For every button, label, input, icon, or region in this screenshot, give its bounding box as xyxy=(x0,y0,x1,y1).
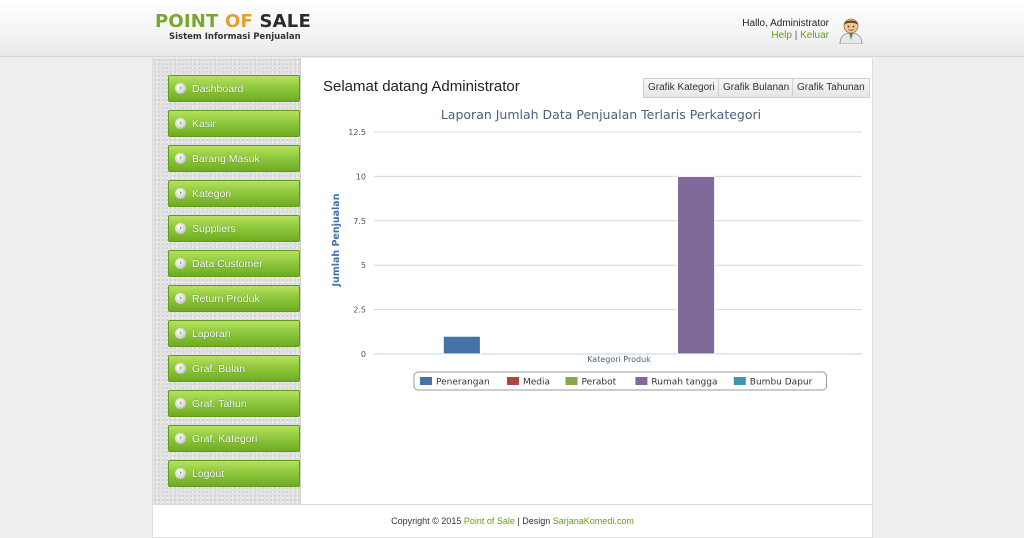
logout-link[interactable]: Keluar xyxy=(800,30,829,41)
footer-app-link[interactable]: Point of Sale xyxy=(464,516,515,526)
legend-swatch xyxy=(635,377,648,385)
sidebar-item-label: Laporan xyxy=(192,327,231,340)
sales-category-chart: Laporan Jumlah Data Penjualan Terlaris P… xyxy=(331,107,862,391)
sidebar-item-label: Kategori xyxy=(192,187,232,200)
legend-swatch xyxy=(420,377,432,385)
sidebar-item-label: Data Customer xyxy=(192,257,263,270)
arrow-bullet-icon: › xyxy=(175,433,186,444)
chart-y-tick-label: 7.5 xyxy=(353,217,366,226)
sidebar-item-label: Barang Masuk xyxy=(192,152,260,165)
logo-word-2: OF xyxy=(225,11,254,32)
grafik-bulanan-button[interactable]: Grafik Bulanan xyxy=(718,78,795,98)
sidebar-item-label: Logout xyxy=(192,467,225,480)
content-container: › Dashboard › Kasir › Barang Masuk › Kat… xyxy=(152,58,873,504)
chart-x-axis-label: Kategori Produk xyxy=(587,355,651,364)
sidebar: › Dashboard › Kasir › Barang Masuk › Kat… xyxy=(153,58,301,504)
chart-y-ticks: 0 2.5 5 7.5 10 12.5 xyxy=(348,128,366,359)
sidebar-item-return-produk[interactable]: › Return Produk xyxy=(168,285,300,312)
footer-designer-link[interactable]: SarjanaKomedi.com xyxy=(553,516,634,526)
sidebar-item-label: Graf. Tahun xyxy=(192,397,247,410)
arrow-bullet-icon: › xyxy=(175,118,186,129)
footer-copyright: Copyright © 2015 xyxy=(391,516,462,526)
page-title: Selamat datang Administrator xyxy=(323,78,520,95)
sidebar-item-label: Suppliers xyxy=(192,222,236,235)
page-footer: Copyright © 2015 Point of Sale | Design … xyxy=(152,504,873,538)
chart-y-tick-label: 5 xyxy=(361,261,366,270)
arrow-bullet-icon: › xyxy=(175,258,186,269)
sidebar-item-label: Return Produk xyxy=(192,292,260,305)
legend-item-label[interactable]: Penerangan xyxy=(436,378,490,388)
user-avatar-icon xyxy=(839,18,863,44)
sidebar-item-label: Graf. Bulan xyxy=(192,362,246,375)
chart-title: Laporan Jumlah Data Penjualan Terlaris P… xyxy=(441,107,761,122)
logo-word-3: SALE xyxy=(259,11,311,32)
legend-swatch xyxy=(507,377,519,385)
logo-title: POINT OF SALE xyxy=(155,12,311,32)
arrow-bullet-icon: › xyxy=(175,468,186,479)
sidebar-item-graf-bulan[interactable]: › Graf. Bulan xyxy=(168,355,300,382)
sidebar-item-kategori[interactable]: › Kategori xyxy=(168,180,300,207)
sidebar-item-logout[interactable]: › Logout xyxy=(168,460,300,487)
sidebar-item-dashboard[interactable]: › Dashboard xyxy=(168,75,300,102)
link-separator: | xyxy=(794,30,798,41)
chart-gridlines xyxy=(374,131,862,355)
arrow-bullet-icon: › xyxy=(175,363,186,374)
legend-swatch xyxy=(733,377,746,385)
sidebar-item-graf-kategori[interactable]: › Graf. Kategori xyxy=(168,425,300,452)
chart-legend: Penerangan Media Perabot Rumah tangga Bumbu … xyxy=(413,371,827,391)
chart-y-tick-label: 0 xyxy=(361,350,366,359)
sidebar-item-suppliers[interactable]: › Suppliers xyxy=(168,215,300,242)
chart-y-tick-label: 10 xyxy=(356,172,366,181)
bar-penerangan[interactable] xyxy=(442,335,481,355)
bar-rumah-tangga[interactable] xyxy=(677,175,716,355)
user-box: Hallo, Administrator Help | Keluar xyxy=(742,18,829,42)
help-link[interactable]: Help xyxy=(771,30,792,41)
arrow-bullet-icon: › xyxy=(175,83,186,94)
logo-word-1: POINT xyxy=(155,11,219,32)
sidebar-item-label: Dashboard xyxy=(192,82,244,95)
chart-y-tick-label: 2.5 xyxy=(353,306,366,315)
legend-item-label[interactable]: Rumah tangga xyxy=(651,378,717,388)
chart-y-tick-label: 12.5 xyxy=(348,128,366,137)
arrow-bullet-icon: › xyxy=(175,398,186,409)
arrow-bullet-icon: › xyxy=(175,153,186,164)
arrow-bullet-icon: › xyxy=(175,328,186,339)
main-content: Selamat datang Administrator Grafik Kate… xyxy=(302,58,872,504)
sidebar-item-kasir[interactable]: › Kasir xyxy=(168,110,300,137)
sidebar-item-laporan[interactable]: › Laporan xyxy=(168,320,300,347)
arrow-bullet-icon: › xyxy=(175,293,186,304)
grafik-kategori-button[interactable]: Grafik Kategori xyxy=(643,78,720,98)
sidebar-item-label: Graf. Kategori xyxy=(192,432,258,445)
arrow-bullet-icon: › xyxy=(175,223,186,234)
footer-design-text: | Design xyxy=(517,516,551,526)
sidebar-item-graf-tahun[interactable]: › Graf. Tahun xyxy=(168,390,300,417)
sidebar-item-barang-masuk[interactable]: › Barang Masuk xyxy=(168,145,300,172)
legend-item-label[interactable]: Bumbu Dapur xyxy=(750,378,813,388)
legend-swatch xyxy=(565,377,578,385)
user-greeting: Hallo, Administrator xyxy=(742,18,829,29)
sidebar-item-label: Kasir xyxy=(192,117,216,130)
logo-subtitle: Sistem Informasi Penjualan xyxy=(169,32,301,42)
app-header: POINT OF SALE Sistem Informasi Penjualan… xyxy=(0,0,1024,57)
grafik-tahunan-button[interactable]: Grafik Tahunan xyxy=(792,78,870,98)
legend-item-label[interactable]: Perabot xyxy=(582,378,617,388)
app-logo: POINT OF SALE Sistem Informasi Penjualan xyxy=(155,12,311,43)
chart-y-axis-label: Jumlah Penjualan xyxy=(331,193,342,287)
arrow-bullet-icon: › xyxy=(175,188,186,199)
sidebar-item-data-customer[interactable]: › Data Customer xyxy=(168,250,300,277)
legend-item-label[interactable]: Media xyxy=(523,378,550,388)
